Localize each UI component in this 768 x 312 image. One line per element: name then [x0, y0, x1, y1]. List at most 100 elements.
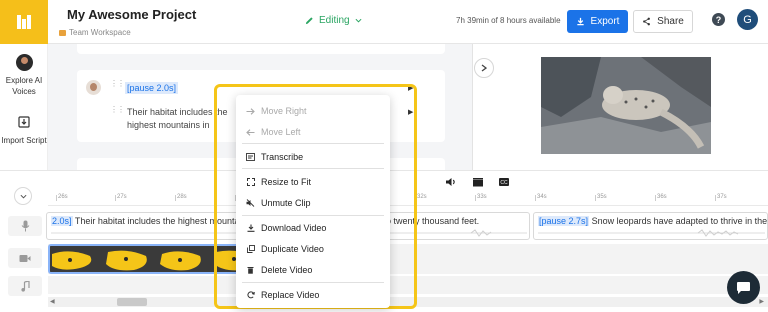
video-track-label: [8, 248, 42, 268]
scroll-left-icon[interactable]: ◀: [50, 298, 55, 305]
resize-icon: [246, 178, 255, 187]
menu-item-duplicate-video[interactable]: Duplicate Video: [236, 239, 390, 259]
duplicate-icon: [246, 245, 255, 254]
arrow-left-icon: [246, 128, 255, 137]
voice-clip[interactable]: [pause 2.7s] Snow leopards have adapted …: [533, 212, 768, 240]
chevron-right-icon: [481, 64, 487, 72]
menu-item-label: Delete Video: [261, 265, 313, 275]
tick-label: 37s: [715, 194, 727, 201]
tick-label: 28s: [175, 194, 187, 201]
menu-item-label: Transcribe: [261, 152, 304, 162]
music-note-icon: [20, 280, 30, 292]
snow-leopard-image: [541, 57, 711, 154]
menu-divider: [242, 168, 384, 169]
top-bar: My Awesome Project Team Workspace Editin…: [0, 0, 768, 44]
arrow-right-icon: [246, 107, 255, 116]
script-card-previous[interactable]: [77, 44, 445, 54]
menu-item-label: Move Left: [261, 127, 301, 137]
pause-tag: [pause 2.7s]: [538, 216, 590, 226]
captions-icon[interactable]: CC: [498, 177, 510, 187]
track-type-icons: [0, 210, 48, 300]
voice-avatar-icon: [15, 54, 33, 71]
help-icon[interactable]: ?: [712, 13, 725, 26]
replace-icon: [246, 291, 255, 300]
editing-label: Editing: [319, 15, 350, 26]
unmute-icon: [246, 199, 255, 208]
collapse-panel-button[interactable]: [474, 58, 494, 78]
svg-text:CC: CC: [500, 180, 508, 186]
tick-label: 34s: [535, 194, 547, 201]
menu-item-resize-to-fit[interactable]: Resize to Fit: [236, 172, 390, 192]
time-available: 7h 39min of 8 hours available: [456, 16, 561, 25]
music-track-label: [8, 276, 42, 296]
drag-handle-icon[interactable]: ⋮⋮: [110, 80, 125, 92]
menu-item-label: Resize to Fit: [261, 177, 312, 187]
logo-icon: [17, 15, 31, 29]
menu-item-unmute-clip[interactable]: Unmute Clip: [236, 193, 390, 213]
share-label: Share: [657, 16, 684, 27]
pencil-icon: [305, 17, 313, 25]
waveform-icon: [538, 229, 765, 237]
clapperboard-icon[interactable]: [472, 177, 484, 187]
microphone-icon: [21, 220, 29, 232]
chat-bubble-icon: [737, 281, 750, 294]
menu-item-label: Unmute Clip: [261, 198, 311, 208]
tick-label: 27s: [115, 194, 127, 201]
volume-icon[interactable]: [445, 177, 457, 187]
tick-label: 36s: [655, 194, 667, 201]
user-avatar[interactable]: G: [737, 9, 758, 30]
drag-handle-icon[interactable]: ⋮⋮: [110, 106, 125, 118]
project-title[interactable]: My Awesome Project: [67, 7, 196, 22]
tick-label: 32s: [415, 194, 427, 201]
left-sidebar: Explore AI Voices Import Script: [0, 44, 48, 170]
chat-button[interactable]: [727, 271, 760, 304]
sidebar-item-label: Explore AI Voices: [5, 76, 43, 96]
scrollbar-thumb[interactable]: [117, 298, 147, 306]
sidebar-item-explore-voices[interactable]: Explore AI Voices: [0, 54, 48, 97]
video-context-menu: Move Right Move Left Transcribe Resize t…: [236, 95, 390, 308]
tick-label: 33s: [475, 194, 487, 201]
voice-track-label: [8, 216, 42, 236]
workspace-label: Team Workspace: [69, 28, 131, 37]
menu-item-move-left[interactable]: Move Left: [236, 122, 390, 142]
trash-icon: [246, 266, 255, 275]
speaker-avatar[interactable]: [86, 80, 101, 95]
menu-divider: [242, 282, 384, 283]
transcribe-icon: [246, 153, 255, 162]
menu-item-replace-video[interactable]: Replace Video: [236, 285, 390, 305]
expand-timeline-button[interactable]: [14, 187, 32, 205]
tick-label: 26s: [56, 194, 68, 201]
scroll-right-icon[interactable]: ▶: [759, 298, 764, 305]
import-icon: [18, 116, 30, 128]
menu-item-label: Replace Video: [261, 290, 320, 300]
download-icon: [246, 224, 255, 233]
video-thumbnail[interactable]: [541, 57, 711, 154]
menu-item-label: Move Right: [261, 106, 307, 116]
workspace-breadcrumb[interactable]: Team Workspace: [59, 28, 131, 37]
sidebar-item-label: Import Script: [1, 136, 47, 145]
share-button[interactable]: Share: [633, 10, 693, 33]
clip-text: Snow leopards have adapted to thrive in …: [591, 216, 768, 226]
pause-tag[interactable]: [pause 2.0s]: [125, 82, 179, 94]
menu-item-delete-video[interactable]: Delete Video: [236, 260, 390, 280]
tick-label: 35s: [595, 194, 607, 201]
menu-item-transcribe[interactable]: Transcribe: [236, 147, 390, 167]
download-icon: [576, 17, 584, 26]
menu-item-label: Duplicate Video: [261, 244, 324, 254]
video-camera-icon: [19, 254, 31, 262]
sidebar-item-import-script[interactable]: Import Script: [0, 116, 48, 146]
folder-icon: [59, 29, 66, 36]
export-label: Export: [590, 16, 620, 27]
share-icon: [643, 17, 651, 26]
menu-item-move-right[interactable]: Move Right: [236, 101, 390, 121]
menu-item-download-video[interactable]: Download Video: [236, 218, 390, 238]
editing-mode-dropdown[interactable]: Editing: [305, 15, 362, 26]
chevron-down-icon: [355, 18, 362, 23]
chevron-down-icon: [20, 194, 26, 199]
pause-tag: 2.0s]: [51, 216, 73, 226]
export-button[interactable]: Export: [567, 10, 628, 33]
menu-divider: [242, 143, 384, 144]
app-logo[interactable]: [0, 0, 48, 44]
menu-item-label: Download Video: [261, 223, 327, 233]
menu-divider: [242, 215, 384, 216]
